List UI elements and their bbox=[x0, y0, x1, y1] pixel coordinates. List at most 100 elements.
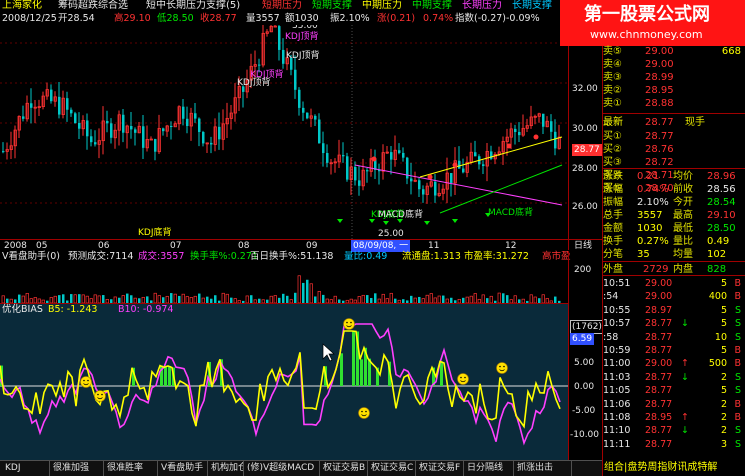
volume-bar bbox=[21, 295, 25, 303]
tab-10[interactable]: 抓涨出击 bbox=[514, 461, 572, 476]
tick-time: 11:00 bbox=[603, 358, 631, 370]
current-price-badge: 28.77 bbox=[572, 144, 602, 156]
bias-axis: (1762) 6.59 5.00 0.00 -5.00 -10.00 bbox=[568, 303, 604, 460]
candle-body bbox=[218, 126, 221, 140]
tick-side: S bbox=[734, 331, 741, 343]
sell-row-price: 29.00 bbox=[645, 59, 674, 70]
ohlc-close: 收28.77 bbox=[200, 13, 237, 24]
tab-2[interactable]: 很准胜率 bbox=[104, 461, 158, 476]
tab-6[interactable]: 权证交易B bbox=[320, 461, 368, 476]
pressure-marker bbox=[533, 134, 539, 140]
tick-volume: 5 bbox=[720, 304, 727, 316]
volume-field: 高市盈 bbox=[542, 251, 571, 263]
tick-row: 11:03 28.77 ↓ 2 S bbox=[603, 371, 745, 384]
tab-5[interactable]: (修)V超级MACD bbox=[244, 461, 320, 476]
smiley-eye bbox=[350, 321, 352, 324]
tab-9[interactable]: 日分隔线 bbox=[464, 461, 514, 476]
volume-field: 市盈率:31.272 bbox=[464, 251, 529, 263]
candle-body bbox=[134, 129, 137, 133]
candlestick-chart[interactable]: KDJ顶背KDJ顶背KDJ顶背KDJ顶背KDJ底背KDJ底背 MACD底背MACD… bbox=[0, 25, 568, 250]
tick-time: 10:51 bbox=[603, 278, 631, 289]
candle-body bbox=[58, 96, 61, 115]
volume-bar bbox=[294, 292, 297, 303]
volume-bar bbox=[130, 295, 133, 303]
volume-bar bbox=[333, 295, 337, 303]
volume-field: 成交:3557 bbox=[138, 251, 184, 263]
bias-value-badge: 6.59 bbox=[570, 333, 595, 345]
bias-title[interactable]: 优化BIAS bbox=[2, 304, 43, 316]
sell-row: 卖③ 28.99 bbox=[603, 71, 745, 84]
stat-value: 28.96 bbox=[707, 171, 736, 182]
volume-bar bbox=[502, 293, 505, 303]
volume-bar bbox=[489, 295, 493, 303]
candle-body bbox=[74, 113, 77, 123]
tick-volume: 2 bbox=[720, 412, 727, 423]
signal-smiley-icon bbox=[343, 318, 355, 330]
signal-smiley-icon bbox=[80, 376, 92, 388]
candle-body bbox=[390, 152, 393, 160]
tick-time: 10:59 bbox=[603, 345, 631, 356]
candle-body bbox=[342, 155, 345, 157]
tab-4[interactable]: 机构加仓 bbox=[208, 461, 244, 476]
stat-value: 0.74% bbox=[637, 184, 669, 195]
volume-bar bbox=[198, 293, 201, 303]
volume-bar bbox=[381, 293, 385, 303]
signal-smiley-icon bbox=[457, 373, 469, 385]
volume-bar bbox=[513, 295, 517, 303]
volume-bar bbox=[126, 293, 129, 303]
tick-side: B bbox=[734, 345, 741, 356]
stat-row: 涨跌 0.21 均价 28.96 bbox=[603, 170, 745, 183]
tick-time: :58 bbox=[603, 331, 619, 343]
quote-divider bbox=[603, 113, 745, 114]
volume-bar bbox=[53, 295, 57, 303]
mid-support-line bbox=[439, 164, 563, 214]
tick-price: 28.77 bbox=[645, 438, 673, 450]
ohlc-high: 高29.10 bbox=[114, 13, 151, 24]
buy-row: 买② 28.76 bbox=[603, 143, 745, 156]
volume-bar bbox=[437, 295, 441, 303]
volume-bar bbox=[102, 295, 105, 303]
tick-volume: 5 bbox=[720, 278, 727, 289]
volume-bar bbox=[250, 295, 253, 303]
candle-body bbox=[554, 131, 557, 149]
tick-side: B bbox=[734, 398, 741, 410]
stat-value: 0.49 bbox=[707, 236, 730, 247]
stat-label: 涨跌 bbox=[603, 171, 623, 182]
bias-b5: B5: -1.243 bbox=[48, 304, 98, 315]
chart-annotation: KDJ顶背 bbox=[286, 49, 320, 61]
candle-body bbox=[182, 106, 185, 119]
tick-price: 29.00 bbox=[645, 278, 673, 289]
volume-field-label: 量比: bbox=[344, 251, 367, 262]
tab-0[interactable]: KDJ bbox=[2, 461, 50, 476]
candle-body bbox=[122, 114, 125, 133]
tick-volume: 5 bbox=[720, 385, 727, 397]
formula-title[interactable]: 筹码超跌综合选 bbox=[58, 0, 128, 12]
bias-bar bbox=[164, 367, 167, 386]
volume-panel-title[interactable]: V看盘助手(0) bbox=[2, 251, 60, 263]
candle-body bbox=[194, 113, 197, 119]
ohlc-volume: 量3557 bbox=[246, 13, 280, 24]
tick-arrow: ↑ bbox=[681, 358, 689, 370]
tab-7[interactable]: 权证交易C bbox=[368, 461, 416, 476]
candle-body bbox=[130, 126, 133, 130]
tick-side: S bbox=[734, 304, 741, 316]
stat-row: 金额 1030 最低 28.50 bbox=[603, 222, 745, 235]
tab-3[interactable]: V看盘助手 bbox=[158, 461, 208, 476]
tick-volume: 2 bbox=[720, 371, 727, 383]
legend-item: 长期支撑 bbox=[512, 0, 552, 11]
tab-1[interactable]: 很准加强 bbox=[50, 461, 104, 476]
candle-body bbox=[306, 112, 309, 119]
stock-name[interactable]: 上海家化 bbox=[2, 0, 42, 12]
tab-8[interactable]: 权证交易F bbox=[416, 461, 464, 476]
tick-volume: 400 bbox=[708, 291, 727, 303]
bias-chart[interactable] bbox=[0, 316, 568, 460]
bias-bar bbox=[168, 365, 171, 386]
candle-body bbox=[86, 120, 89, 137]
volume-bar bbox=[157, 295, 161, 303]
volume-bar bbox=[121, 295, 125, 303]
tick-price: 28.77 bbox=[645, 385, 673, 397]
tick-side: S bbox=[734, 425, 741, 437]
bias-count-box: (1762) bbox=[570, 320, 604, 334]
volume-field-value: 31.272 bbox=[495, 251, 529, 262]
volume-chart[interactable] bbox=[0, 263, 568, 303]
